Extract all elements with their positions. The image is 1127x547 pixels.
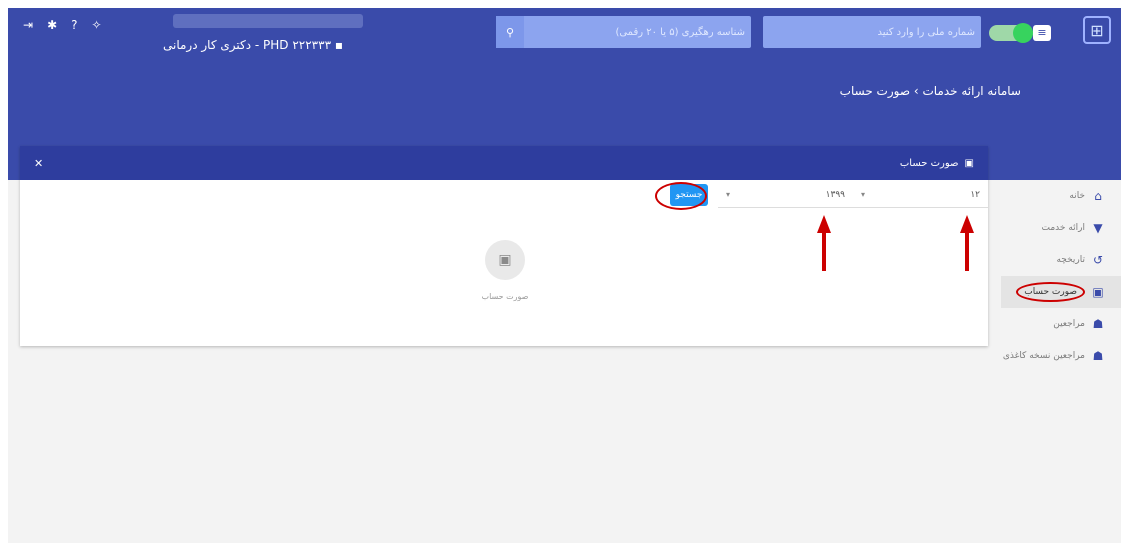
annotation-arrow (960, 215, 974, 271)
menu-icon[interactable]: ≡ (1033, 25, 1051, 41)
sidebar-item-label: تاریخچه (1056, 255, 1085, 265)
header-tools: ⇥ ✱ ? ✧ (23, 18, 102, 32)
history-icon: ↺ (1092, 253, 1104, 267)
user-title: دکتری کار درمانی - PHD ۲۲۲۳۳۳ ▪ (163, 38, 343, 52)
home-icon: ⌂ (1094, 189, 1102, 203)
settings-icon[interactable]: ✱ (47, 18, 57, 32)
briefcase-icon: ▪ (334, 38, 343, 52)
logo-icon[interactable]: ⊞ (1083, 16, 1111, 44)
year-value: ۱۳۹۹ (825, 189, 845, 200)
close-icon[interactable]: ✕ (34, 157, 43, 170)
sidebar-item-label: خانه (1069, 191, 1085, 201)
sidebar-item-paper-clients[interactable]: ☗ مراجعین نسخه کاغذی (1001, 340, 1121, 372)
user-title-text: دکتری کار درمانی - PHD ۲۲۲۳۳۳ (163, 38, 332, 52)
sidebar-item-history[interactable]: ↺ تاریخچه (1001, 244, 1121, 276)
chevron-down-icon: ▾ (726, 190, 731, 199)
sidebar-item-label: ارائه خدمت (1041, 223, 1085, 233)
bill-icon: ▣ (485, 240, 525, 280)
annotation-arrow (817, 215, 831, 271)
panel-title: ▣ صورت حساب (900, 158, 974, 169)
month-select[interactable]: ۱۲ ▾ (853, 182, 988, 208)
toggle-knob (1013, 23, 1033, 43)
breadcrumb: سامانه ارائه خدمات › صورت حساب (839, 84, 1021, 98)
help-icon[interactable]: ? (71, 18, 77, 32)
logout-icon[interactable]: ⇥ (23, 18, 33, 32)
bill-icon: ▣ (1092, 285, 1104, 299)
people-icon: ☗ (1092, 317, 1104, 331)
sidebar-item-bill[interactable]: ▣ صورت حساب (1001, 276, 1121, 308)
search-icon[interactable]: ⚲ (496, 16, 524, 48)
sidebar-item-home[interactable]: ⌂ خانه (1001, 180, 1121, 212)
sidebar-item-service[interactable]: ▼ ارائه خدمت (1001, 212, 1121, 244)
sidebar-item-label: صورت حساب (1016, 282, 1085, 302)
people-icon: ☗ (1092, 349, 1104, 363)
empty-state: ▣ صورت حساب (475, 240, 535, 301)
chevron-down-icon: ▾ (861, 190, 866, 199)
panel-header: ▣ صورت حساب ✕ (20, 146, 988, 180)
sidebar-item-label: مراجعین (1053, 319, 1085, 329)
month-value: ۱۲ (970, 189, 980, 200)
filter-row: ۱۲ ▾ ۱۳۹۹ ▾ جستجو (660, 180, 988, 210)
national-id-input[interactable]: شماره ملی را وارد کنید (763, 16, 981, 48)
sidebar-item-label: مراجعین نسخه کاغذی (1002, 351, 1085, 361)
annotation-circle (655, 182, 707, 210)
panel-title-text: صورت حساب (899, 157, 959, 169)
sidebar-item-clients[interactable]: ☗ مراجعین (1001, 308, 1121, 340)
bulb-icon[interactable]: ✧ (92, 18, 102, 32)
sidebar: ⌂ خانه ▼ ارائه خدمت ↺ تاریخچه ▣ صورت حسا… (1001, 180, 1121, 372)
tracking-id-input[interactable]: شناسه رهگیری (۵ یا ۲۰ رقمی) (496, 16, 751, 48)
bill-panel: ▣ صورت حساب ✕ ۱۲ ▾ ۱۳۹۹ ▾ جستجو ▣ صورت ح… (20, 146, 988, 346)
app-frame: ⊞ ≡ شماره ملی را وارد کنید شناسه رهگیری … (8, 8, 1121, 543)
bill-icon: ▣ (964, 157, 974, 169)
mode-toggle[interactable] (989, 23, 1033, 43)
basket-icon: ▼ (1093, 221, 1103, 235)
year-select[interactable]: ۱۳۹۹ ▾ (718, 182, 853, 208)
user-name-blurred (173, 14, 363, 28)
empty-state-text: صورت حساب (481, 292, 529, 301)
